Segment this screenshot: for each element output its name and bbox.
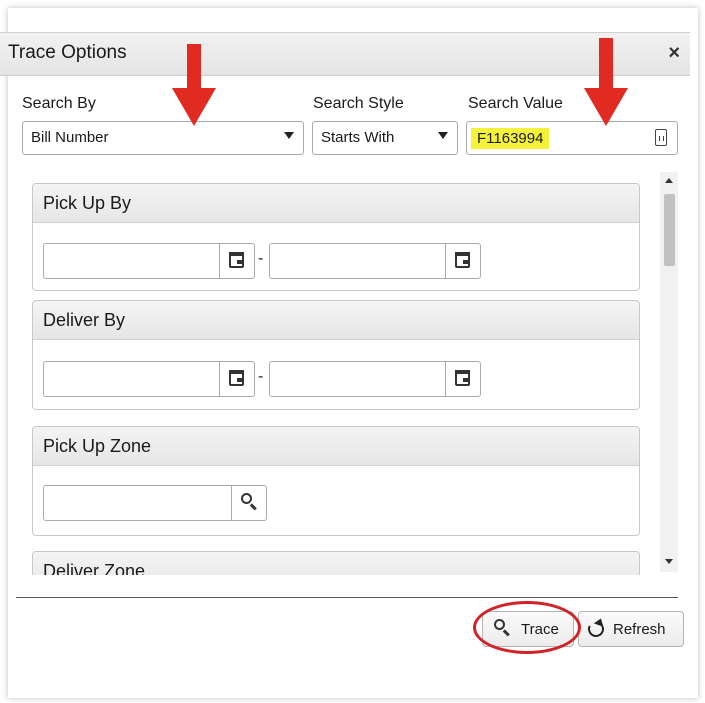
pickup-by-group: Pick Up By - (32, 183, 640, 291)
pickup-zone-group: Pick Up Zone (32, 426, 640, 536)
close-icon[interactable]: × (668, 42, 680, 65)
dropdown-arrow-icon (284, 132, 294, 139)
pickup-zone-header: Pick Up Zone (33, 427, 639, 466)
refresh-button-label: Refresh (613, 621, 666, 638)
annotation-arrow-search-value (584, 38, 628, 126)
search-by-label: Search By (22, 95, 96, 112)
refresh-button[interactable]: Refresh (578, 611, 684, 647)
dropdown-arrow-icon (438, 132, 448, 139)
scroll-up-icon[interactable] (665, 178, 673, 183)
search-value-label: Search Value (468, 95, 563, 112)
calculator-icon[interactable] (655, 129, 667, 146)
pickup-by-start-date[interactable] (43, 243, 255, 279)
trace-highlight-circle (473, 601, 581, 654)
calendar-icon[interactable] (445, 244, 480, 278)
date-range-separator: - (258, 368, 264, 385)
search-value-input[interactable]: F1163994 (466, 121, 678, 155)
deliver-by-start-date[interactable] (43, 361, 255, 397)
vertical-scrollbar[interactable] (660, 172, 678, 572)
search-by-select[interactable]: Bill Number (22, 121, 304, 155)
calendar-icon[interactable] (219, 244, 254, 278)
search-value-text: F1163994 (471, 128, 550, 149)
calendar-icon[interactable] (219, 362, 254, 396)
search-style-label: Search Style (313, 95, 404, 112)
deliver-by-end-date[interactable] (269, 361, 481, 397)
deliver-by-group: Deliver By - (32, 300, 640, 410)
search-style-select[interactable]: Starts With (312, 121, 458, 155)
dialog-title: Trace Options (8, 42, 127, 63)
search-icon[interactable] (231, 486, 266, 520)
deliver-zone-header: Deliver Zone (33, 552, 639, 575)
pickup-by-header: Pick Up By (33, 184, 639, 223)
calendar-icon[interactable] (445, 362, 480, 396)
annotation-arrow-search-by (172, 44, 216, 126)
deliver-by-header: Deliver By (33, 301, 639, 340)
pickup-by-end-date[interactable] (269, 243, 481, 279)
date-range-separator: - (258, 250, 264, 267)
search-style-value: Starts With (321, 129, 395, 146)
scrollbar-thumb[interactable] (664, 194, 675, 266)
filter-scroll-area[interactable]: Pick Up By - Deliver By - Pick Up Zone D… (30, 170, 690, 575)
search-by-value: Bill Number (31, 129, 109, 146)
footer-divider (16, 597, 678, 598)
scroll-down-icon[interactable] (665, 559, 673, 564)
pickup-zone-input[interactable] (43, 485, 267, 521)
deliver-zone-group: Deliver Zone (32, 551, 640, 575)
refresh-icon (585, 618, 607, 640)
